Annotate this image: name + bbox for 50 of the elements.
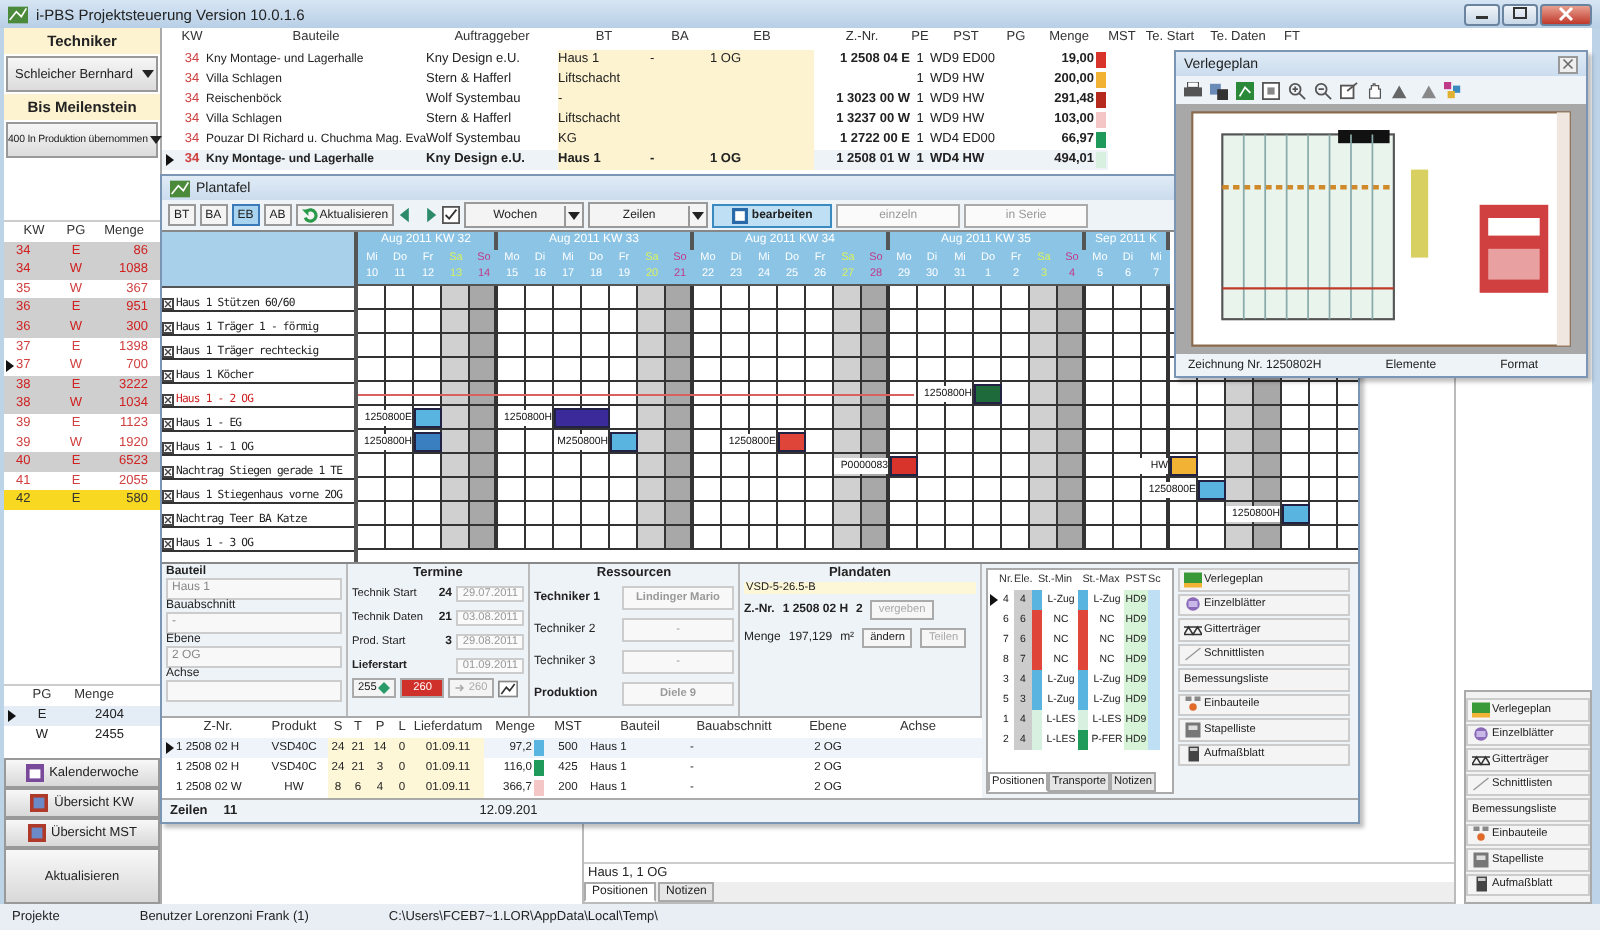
caret-icon — [142, 70, 154, 78]
app-icon — [170, 179, 190, 197]
minimize-button[interactable] — [1464, 3, 1500, 25]
layers-icon[interactable] — [1210, 81, 1228, 99]
zoom-out-icon[interactable] — [1314, 81, 1332, 99]
refresh-icon — [301, 207, 318, 223]
input-field[interactable] — [166, 680, 342, 702]
sheet-icon — [1472, 876, 1490, 893]
row-pointer-icon — [166, 154, 174, 166]
caret-icon — [564, 205, 583, 225]
row-pointer-icon — [8, 710, 16, 722]
palette-icon[interactable] — [1444, 81, 1462, 99]
line-icon — [1472, 776, 1490, 793]
row-pointer-icon — [989, 594, 997, 606]
hand-icon[interactable] — [1366, 81, 1384, 99]
edit-icon — [731, 207, 748, 223]
close-button[interactable] — [1540, 3, 1592, 25]
chart-icon[interactable] — [497, 679, 518, 697]
schedule-bar[interactable] — [1282, 504, 1310, 524]
schedule-bar[interactable] — [778, 432, 806, 452]
caret-icon — [688, 205, 707, 225]
truss-icon — [1184, 621, 1202, 638]
stack-icon — [1472, 851, 1490, 868]
schedule-bar[interactable] — [610, 432, 638, 452]
app-icon — [8, 5, 28, 23]
truss-icon — [1472, 751, 1490, 768]
schedule-bar[interactable] — [1170, 456, 1198, 476]
line-icon — [1184, 646, 1202, 663]
arrow-icon — [454, 682, 467, 694]
stack-icon — [1184, 721, 1202, 738]
maximize-icon — [1510, 6, 1530, 22]
row-pointer-icon — [165, 742, 173, 754]
schedule-bar[interactable] — [1198, 480, 1226, 500]
sheets-icon — [1184, 596, 1202, 613]
schedule-bar[interactable] — [414, 408, 442, 428]
caret-icon — [149, 136, 162, 144]
close-button[interactable] — [1558, 55, 1578, 73]
row-pointer-icon — [6, 359, 14, 372]
printer-icon[interactable] — [1184, 81, 1202, 99]
parts-icon — [1184, 696, 1202, 713]
zoom-in-icon[interactable] — [1288, 81, 1306, 99]
sheets-icon — [1472, 726, 1490, 743]
schedule-bar[interactable] — [414, 432, 442, 452]
sheet-icon — [1184, 746, 1202, 763]
plan-icon — [1472, 701, 1490, 718]
diamond-icon — [378, 682, 391, 694]
close-icon — [1556, 6, 1576, 22]
maximize-button[interactable] — [1502, 3, 1538, 25]
parts-icon — [1472, 826, 1490, 843]
plan-icon — [1184, 571, 1202, 588]
